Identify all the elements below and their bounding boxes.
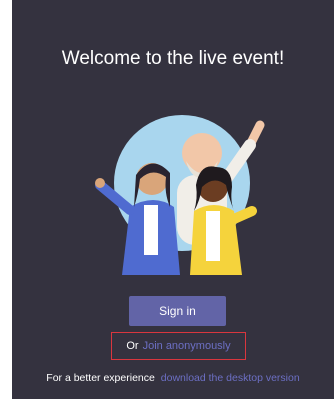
join-anonymously-link[interactable]: Join anonymously [143,340,231,352]
or-label: Or [126,340,139,352]
people-waving-illustration [95,115,265,275]
join-anonymously-row: Or Join anonymously [111,332,246,360]
sign-in-button[interactable]: Sign in [129,296,226,326]
left-margin [0,0,12,399]
woman-blue-figure [95,163,180,275]
desktop-app-prompt: For a better experience download the des… [12,372,334,384]
download-desktop-link[interactable]: download the desktop version [161,372,300,384]
footer-prefix: For a better experience [46,372,155,384]
welcome-title: Welcome to the live event! [61,48,285,69]
live-event-welcome-panel: Welcome to the live event! Sign in Or Jo… [12,0,334,399]
